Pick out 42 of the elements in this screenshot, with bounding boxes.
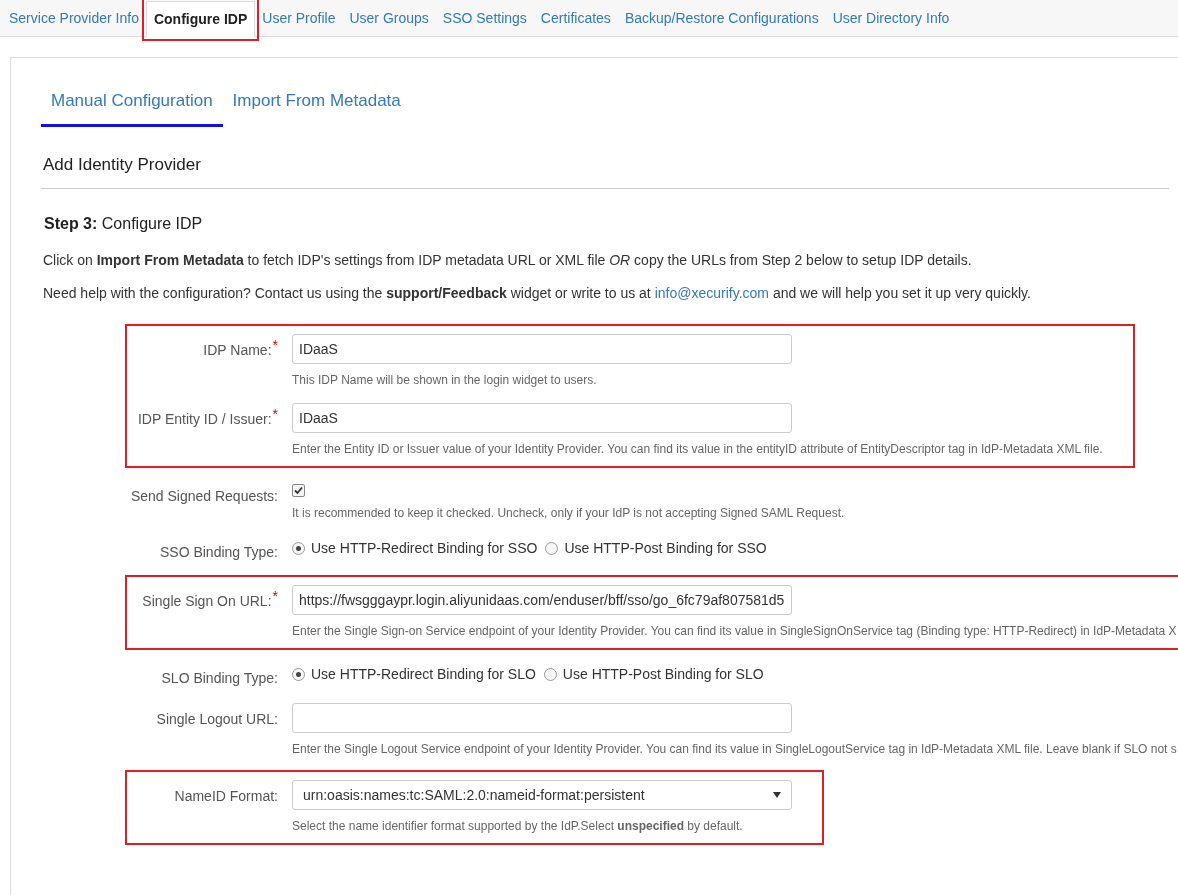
nav-tab[interactable]: User Directory Info (825, 0, 957, 36)
text-field[interactable]: IDaaS (292, 334, 792, 364)
help-text: Enter the Single Sign-on Service endpoint of your Identity Provider. You can find its value in SingleSignOnService tag (Binding type: HTTP-Redirect) in IdP-Metadata X (292, 623, 1177, 640)
required-asterisk: * (272, 340, 278, 350)
text-field[interactable]: IDaaS (292, 403, 792, 433)
text-field[interactable] (292, 703, 792, 733)
radio-option[interactable]: Use HTTP-Post Binding for SSO (545, 537, 767, 559)
help-text: Enter the Single Logout Service endpoint of your Identity Provider. You can find its value in SingleLogoutService tag in IdP-Metadata XML file. Leave blank if SLO not s (292, 741, 1177, 758)
help-text: Enter the Entity ID or Issuer value of your Identity Provider. You can find its value in the entityID attribute of EntityDescriptor tag in IdP-Metadata XML file. (292, 441, 1103, 458)
field-label: NameID Format: (174, 787, 278, 806)
field-label: Single Sign On URL: (142, 592, 272, 611)
help-paragraph: Need help with the configuration? Contact us using the support/Feedback widget or write to us at info@xecurify.com and we will help you set it up very quickly. (43, 284, 1032, 303)
intro-text: Click on Import From Metadata to fetch IDP's settings from IDP metadata URL or XML file OR copy the URLs from Step 2 below to setup IDP details. (43, 251, 973, 270)
required-asterisk: * (272, 591, 278, 601)
nav-tab[interactable]: Backup/Restore Configurations (617, 0, 826, 36)
nav-tab[interactable]: User Profile (255, 0, 343, 36)
nav-tab[interactable]: Certificates (533, 0, 618, 36)
sub-tab[interactable]: Manual Configuration (41, 80, 223, 127)
section-title: Add Identity Provider (43, 153, 202, 176)
radio-option[interactable]: Use HTTP-Post Binding for SLO (543, 663, 764, 685)
radio-option[interactable]: Use HTTP-Redirect Binding for SSO (292, 537, 538, 559)
step-heading: Step 3: Configure IDP (44, 214, 204, 234)
checkbox[interactable] (292, 484, 305, 497)
field-label: Send Signed Requests: (130, 487, 278, 506)
email-link[interactable]: info@xecurify.com (654, 285, 769, 301)
select-field[interactable]: urn:oasis:names:tc:SAML:2.0:nameid-format:persistent (292, 780, 792, 810)
field-label: SLO Binding Type: (161, 669, 278, 688)
nav-tab[interactable]: Service Provider Info (2, 0, 146, 36)
field-label: SSO Binding Type: (159, 543, 278, 562)
caret-icon (773, 792, 781, 798)
nav-tab[interactable]: User Groups (342, 0, 436, 36)
radio-option[interactable]: Use HTTP-Redirect Binding for SLO (292, 663, 536, 685)
help-text: It is recommended to keep it checked. Uncheck, only if your IdP is not accepting Signed SAML Request. (292, 505, 845, 522)
field-label: IDP Name: (203, 341, 272, 360)
sub-tab[interactable]: Import From Metadata (222, 80, 411, 127)
required-asterisk: * (272, 409, 278, 419)
field-label: Single Logout URL: (156, 710, 278, 729)
help-text: Select the name identifier format supported by the IdP.Select unspecified by default. (292, 818, 744, 835)
nav-tab[interactable]: SSO Settings (435, 0, 534, 36)
field-label: IDP Entity ID / Issuer: (138, 410, 272, 429)
text-field[interactable]: https://fwsgggaypr.login.aliyunidaas.com/enduser/bff/sso/go_6fc79af807581d5 (292, 585, 792, 615)
help-text: This IDP Name will be shown in the login widget to users. (292, 372, 598, 389)
